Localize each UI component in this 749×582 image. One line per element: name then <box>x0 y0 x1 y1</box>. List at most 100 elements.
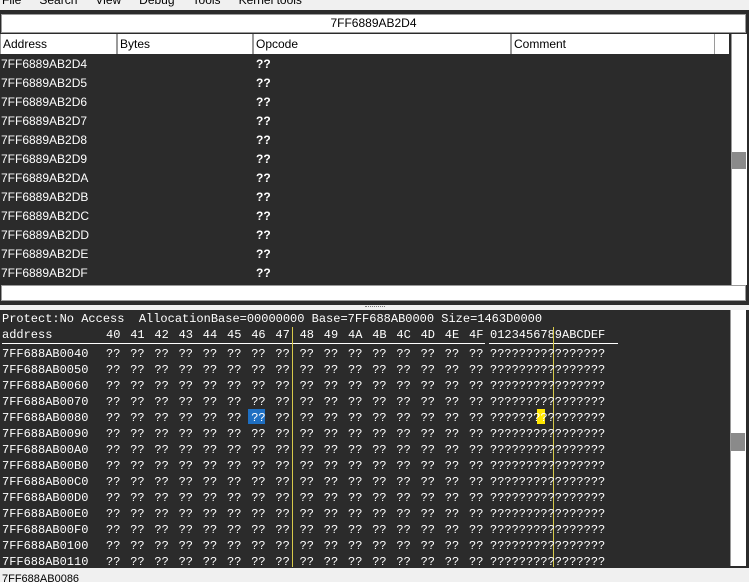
hex-byte-cell: ?? <box>275 363 290 377</box>
hex-byte-cell: ?? <box>130 443 145 457</box>
disasm-row[interactable]: 7FF6889AB2DF?? <box>0 264 727 283</box>
hex-byte-cell: ?? <box>275 427 290 441</box>
hex-row-address: 7FF688AB0060 <box>2 379 89 393</box>
hex-ascii-cell: ???????????????? <box>490 539 606 553</box>
hex-byte-cell: ?? <box>251 475 266 489</box>
disassembly-pane[interactable]: 7FF6889AB2D4 Address Bytes Opcode Commen… <box>0 10 749 305</box>
hex-byte-cell: ?? <box>372 347 387 361</box>
hex-ascii-cell: ???????????????? <box>490 379 606 393</box>
hex-byte-cell: ?? <box>178 363 193 377</box>
hex-byte-cell: ?? <box>420 507 435 521</box>
hex-row-address: 7FF688AB0040 <box>2 347 89 361</box>
disasm-opcode: ?? <box>256 266 271 280</box>
hex-byte-cell: ?? <box>348 523 363 537</box>
hex-header-byte: 4A <box>348 328 363 342</box>
disasm-row[interactable]: 7FF6889AB2DD?? <box>0 226 727 245</box>
column-header-bytes[interactable]: Bytes <box>117 34 253 54</box>
hex-byte-cell: ?? <box>396 363 411 377</box>
disasm-row[interactable]: 7FF6889AB2D4?? <box>0 55 727 74</box>
hex-byte-cell: ?? <box>251 395 266 409</box>
disasm-row[interactable]: 7FF6889AB2DA?? <box>0 169 727 188</box>
disasm-address: 7FF6889AB2D9 <box>1 152 88 166</box>
disasm-row[interactable]: 7FF6889AB2D9?? <box>0 150 727 169</box>
hex-row-address: 7FF688AB0090 <box>2 427 89 441</box>
hex-byte-cell: ?? <box>396 395 411 409</box>
hex-header-byte: 47 <box>275 328 290 342</box>
menu-item-view[interactable]: View <box>93 0 121 7</box>
menu-item-search[interactable]: Search <box>37 0 77 7</box>
hex-byte-cell: ?? <box>275 411 290 425</box>
hex-byte-cell: ?? <box>154 395 169 409</box>
hex-byte-cell: ?? <box>396 411 411 425</box>
disasm-row[interactable]: 7FF6889AB2D6?? <box>0 93 727 112</box>
hex-byte-cell: ?? <box>444 363 460 377</box>
hex-row-address: 7FF688AB00D0 <box>2 491 89 505</box>
hex-byte-cell: ?? <box>396 459 411 473</box>
disasm-vertical-scrollbar[interactable] <box>731 34 747 285</box>
hex-row-address: 7FF688AB0070 <box>2 395 89 409</box>
menu-item-kernel-tools[interactable]: Kernel tools <box>237 0 302 7</box>
hex-byte-cell: ?? <box>202 523 218 537</box>
disasm-row[interactable]: 7FF6889AB2DB?? <box>0 188 727 207</box>
disasm-row[interactable]: 7FF6889AB2DE?? <box>0 245 727 264</box>
hex-byte-cell: ?? <box>372 523 387 537</box>
hex-byte-cell: ?? <box>106 411 121 425</box>
hex-byte-cell: ?? <box>372 427 387 441</box>
menu-item-tools[interactable]: Tools <box>191 0 221 7</box>
hex-vertical-scrollbar[interactable] <box>730 310 746 566</box>
hex-byte-cell: ?? <box>299 539 314 553</box>
hex-byte-cell: ?? <box>178 539 193 553</box>
hex-byte-cell: ?? <box>251 363 266 377</box>
hex-byte-cell: ?? <box>348 539 363 553</box>
hex-ascii-cell: ???????????????? <box>490 395 606 409</box>
hex-byte-cell: ?? <box>178 555 193 568</box>
hex-byte-cell: ?? <box>130 411 145 425</box>
hex-byte-cell: ?? <box>323 395 339 409</box>
hex-byte-cell: ?? <box>275 475 290 489</box>
disasm-opcode: ?? <box>256 247 271 261</box>
hex-byte-cell: ?? <box>299 411 314 425</box>
hex-byte-cell: ?? <box>323 523 339 537</box>
hex-scroll-thumb[interactable] <box>731 433 745 451</box>
hex-byte-cell: ?? <box>420 347 435 361</box>
hex-header-byte: 43 <box>178 328 193 342</box>
hex-byte-cell: ?? <box>444 459 460 473</box>
hex-byte-cell: ?? <box>106 395 121 409</box>
hex-byte-cell: ?? <box>106 523 121 537</box>
column-header-comment[interactable]: Comment <box>511 34 715 54</box>
hex-byte-cell: ?? <box>420 555 435 568</box>
hex-byte-cell: ?? <box>396 507 411 521</box>
address-bar[interactable]: 7FF6889AB2D4 <box>1 14 746 33</box>
hex-byte-cell: ?? <box>299 379 314 393</box>
disasm-opcode: ?? <box>256 57 271 71</box>
hex-byte-cell: ?? <box>469 411 484 425</box>
hex-byte-cell: ?? <box>396 443 411 457</box>
hex-byte-cell: ?? <box>227 347 242 361</box>
menu-item-file[interactable]: File <box>0 0 21 7</box>
disasm-horizontal-scrollbar[interactable] <box>1 285 746 301</box>
splitter-grip[interactable] <box>365 306 385 308</box>
hex-row-address: 7FF688AB0080 <box>2 411 89 425</box>
hex-byte-cell: ?? <box>323 475 339 489</box>
column-header-opcode[interactable]: Opcode <box>253 34 511 54</box>
hex-info-line: Protect:No Access AllocationBase=0000000… <box>2 312 543 326</box>
hex-byte-cell: ?? <box>275 539 290 553</box>
hex-byte-cell: ?? <box>202 443 218 457</box>
hex-row-address: 7FF688AB0110 <box>2 555 89 568</box>
hex-byte-cell: ?? <box>154 347 169 361</box>
disasm-scroll-thumb[interactable] <box>732 152 746 169</box>
hex-header-byte: 4B <box>372 328 387 342</box>
menu-item-debug[interactable]: Debug <box>137 0 174 7</box>
hex-dump-pane[interactable]: Protect:No Access AllocationBase=0000000… <box>0 310 749 568</box>
hex-byte-cell: ?? <box>251 443 266 457</box>
column-header-address[interactable]: Address <box>0 34 117 54</box>
disasm-row[interactable]: 7FF6889AB2DC?? <box>0 207 727 226</box>
disasm-row[interactable]: 7FF6889AB2D7?? <box>0 112 727 131</box>
disasm-row[interactable]: 7FF6889AB2D5?? <box>0 74 727 93</box>
hex-ascii-cell: ???????????????? <box>490 555 606 568</box>
hex-byte-cell: ?? <box>154 523 169 537</box>
disasm-row[interactable]: 7FF6889AB2D8?? <box>0 131 727 150</box>
hex-byte-cell: ?? <box>154 411 169 425</box>
hex-byte-cell: ?? <box>154 475 169 489</box>
disasm-address: 7FF6889AB2D5 <box>1 76 88 90</box>
